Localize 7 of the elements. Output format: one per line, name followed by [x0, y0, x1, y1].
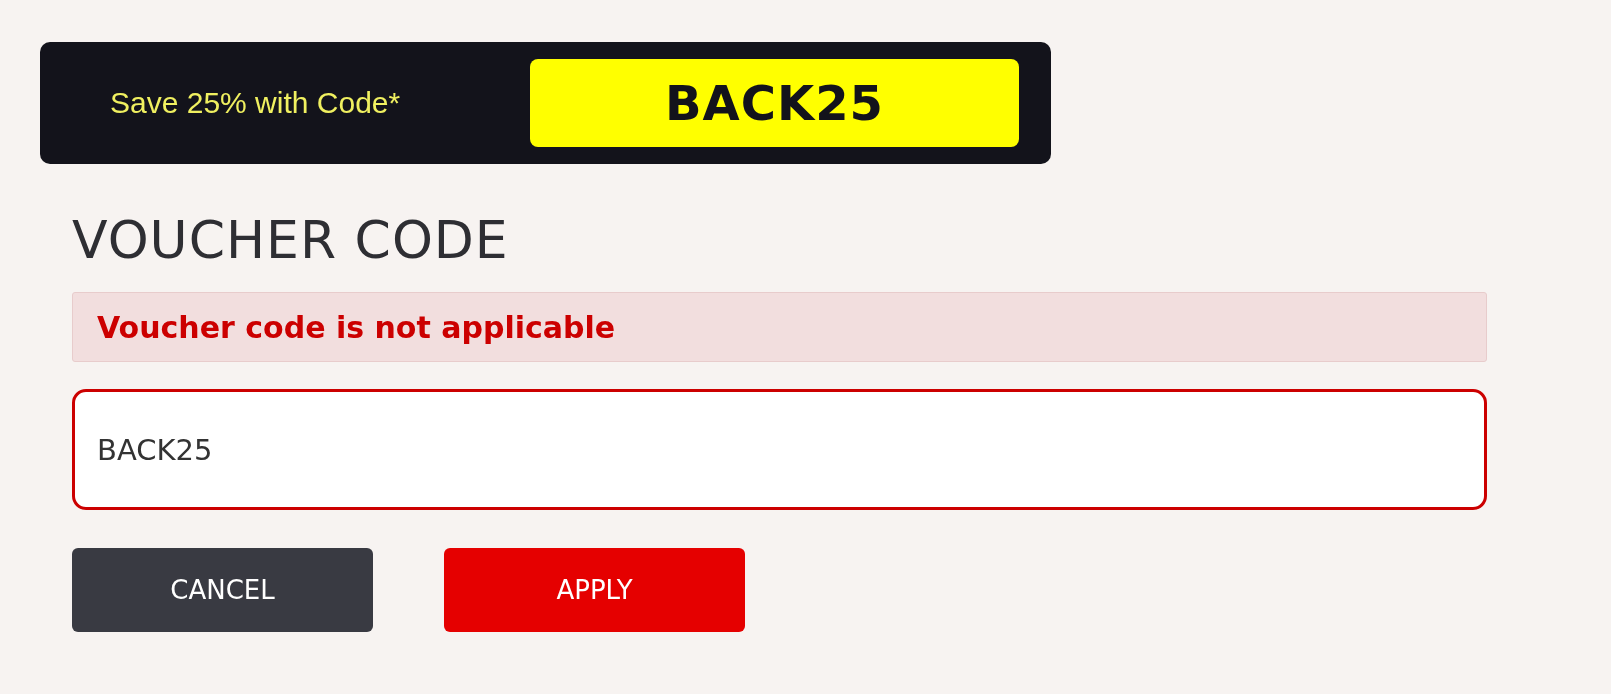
cancel-button[interactable]: CANCEL [72, 548, 373, 632]
promo-text: Save 25% with Code* [110, 86, 402, 120]
promo-code: BACK25 [530, 59, 1019, 147]
section-heading: VOUCHER CODE [72, 210, 510, 270]
apply-button[interactable]: APPLY [444, 548, 745, 632]
voucher-input-field[interactable]: BACK25 [72, 389, 1487, 510]
error-message: Voucher code is not applicable [72, 292, 1487, 362]
